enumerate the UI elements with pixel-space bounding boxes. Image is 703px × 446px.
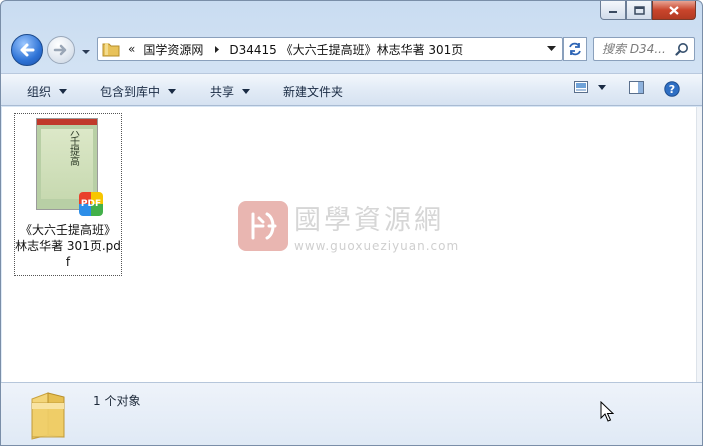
chevron-down-icon <box>59 89 68 94</box>
forward-button[interactable] <box>47 36 75 64</box>
pdf-badge-label: PDF <box>80 199 102 209</box>
scrollbar-track[interactable] <box>696 107 702 382</box>
minimize-button[interactable] <box>600 1 626 20</box>
file-list-pane[interactable]: 大六壬提高 PDF 《大六壬提高班》林志华著 301页.pdf 國學資源網 ww… <box>2 107 696 382</box>
address-segment-current[interactable]: D34415 《大六壬提高班》林志华著 301页 <box>229 41 463 58</box>
view-options-button[interactable] <box>574 81 606 93</box>
close-button[interactable] <box>652 1 696 20</box>
caption-buttons <box>600 1 696 21</box>
share-label: 共享 <box>210 85 235 99</box>
preview-pane-icon <box>629 81 644 94</box>
folder-icon <box>102 43 120 57</box>
address-overflow-chevron[interactable]: « <box>128 42 135 56</box>
file-name[interactable]: 《大六壬提高班》林志华著 301页.pdf <box>15 222 121 270</box>
file-item[interactable]: 大六壬提高 PDF 《大六壬提高班》林志华著 301页.pdf <box>14 113 122 276</box>
recent-pages-dropdown[interactable] <box>81 45 91 59</box>
cover-calligraphy: 大六壬提高 <box>68 131 80 167</box>
details-pane: 1 个对象 <box>1 382 702 445</box>
command-bar: 组织 包含到库中 共享 新建文件夹 ? <box>1 73 702 106</box>
include-in-library-label: 包含到库中 <box>100 85 161 99</box>
new-folder-label: 新建文件夹 <box>283 85 344 99</box>
watermark-seal-icon <box>238 200 288 251</box>
chevron-down-icon <box>82 50 90 54</box>
search-input[interactable] <box>602 42 678 56</box>
address-segment-root[interactable]: 国学资源网 <box>143 41 203 58</box>
organize-label: 组织 <box>27 85 52 99</box>
refresh-icon <box>569 42 581 56</box>
cover-title-text: 大六壬提高 <box>68 131 80 167</box>
new-folder-button[interactable]: 新建文件夹 <box>283 83 343 100</box>
share-menu[interactable]: 共享 <box>210 83 251 100</box>
explorer-window: « 国学资源网 D34415 《大六壬提高班》林志华著 301页 组织 包含到库… <box>0 0 703 446</box>
pdf-badge-icon: PDF <box>79 192 103 216</box>
minimize-icon <box>609 11 617 13</box>
address-bar[interactable]: « 国学资源网 D34415 《大六壬提高班》林志华著 301页 <box>97 37 563 61</box>
svg-text:?: ? <box>669 83 675 96</box>
view-icon <box>574 81 588 93</box>
help-icon: ? <box>664 81 680 97</box>
forward-arrow-icon <box>53 44 67 56</box>
close-icon <box>669 5 679 15</box>
help-button[interactable]: ? <box>664 81 680 97</box>
chevron-down-icon <box>168 89 177 94</box>
maximize-icon <box>633 5 645 15</box>
include-in-library-menu[interactable]: 包含到库中 <box>100 83 177 100</box>
search-box[interactable] <box>593 37 695 61</box>
search-icon[interactable] <box>675 42 689 56</box>
mouse-cursor-icon <box>600 401 614 422</box>
item-count: 1 个对象 <box>93 394 141 408</box>
watermark: 國學資源網 www.guoxueziyuan.com <box>238 198 459 253</box>
chevron-down-icon <box>242 89 251 94</box>
back-button[interactable] <box>11 34 43 66</box>
refresh-button[interactable] <box>563 37 587 61</box>
watermark-text: 國學資源網 <box>294 205 444 236</box>
back-arrow-icon <box>20 43 35 57</box>
watermark-url: www.guoxueziyuan.com <box>294 239 460 253</box>
folder-large-icon <box>31 392 65 440</box>
chevron-down-icon <box>598 84 606 90</box>
organize-menu[interactable]: 组织 <box>27 83 68 100</box>
maximize-button[interactable] <box>626 1 652 20</box>
breadcrumb-arrow-icon[interactable] <box>213 45 221 54</box>
navigation-row: « 国学资源网 D34415 《大六壬提高班》林志华著 301页 <box>1 31 702 71</box>
address-history-chevron-icon[interactable] <box>547 46 556 52</box>
preview-pane-button[interactable] <box>629 81 644 94</box>
